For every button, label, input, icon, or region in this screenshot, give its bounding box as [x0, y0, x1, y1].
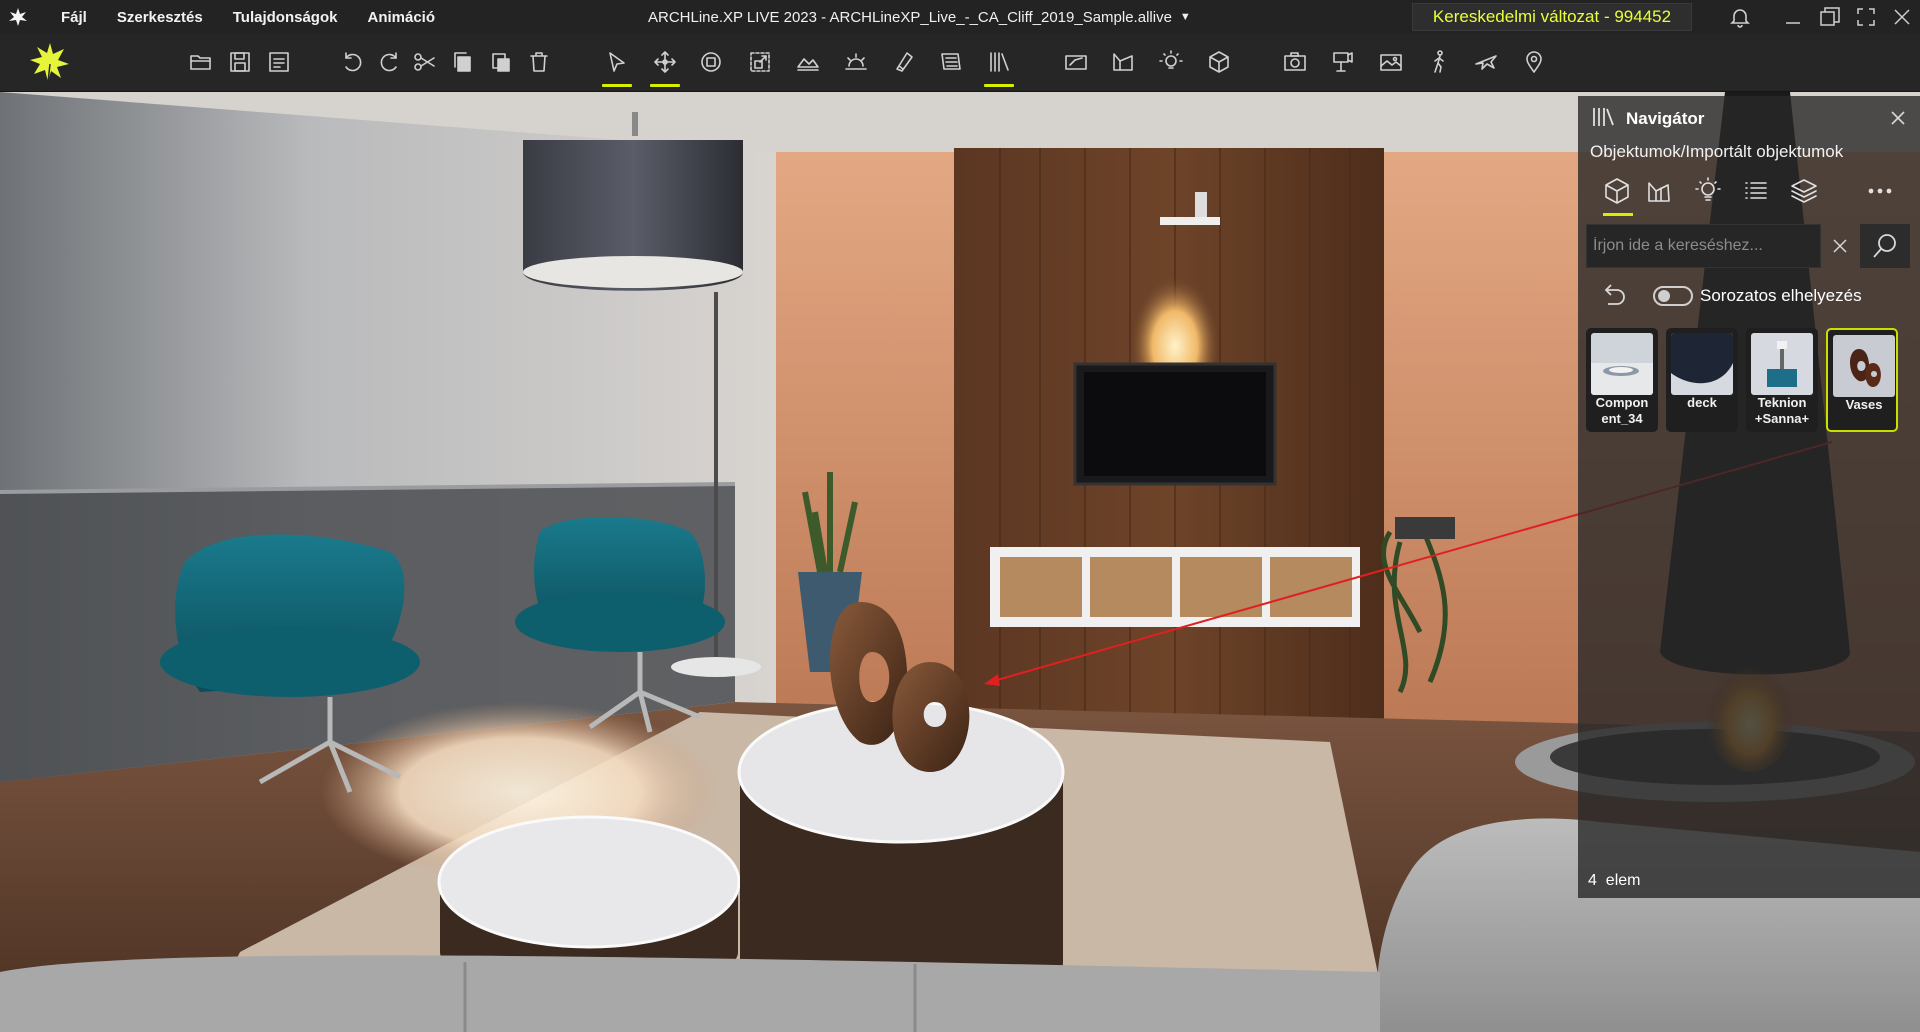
- navigator-search: [1578, 224, 1920, 274]
- more-options-icon[interactable]: [1861, 172, 1899, 210]
- material-icon[interactable]: [885, 43, 923, 81]
- item-count-unit: elem: [1605, 872, 1641, 889]
- object-tile-vases[interactable]: Vases: [1826, 328, 1898, 432]
- restore-icon[interactable]: [1812, 0, 1848, 34]
- materials-tab[interactable]: [1640, 172, 1678, 210]
- object-tile-label: Compon ent_34: [1595, 395, 1649, 426]
- location-icon[interactable]: [1515, 43, 1553, 81]
- series-placement-toggle[interactable]: [1653, 286, 1693, 306]
- back-arrow-icon[interactable]: [1596, 278, 1630, 312]
- navigator-category-tabs: [1578, 166, 1920, 218]
- object-tile-deck[interactable]: deck: [1666, 328, 1738, 432]
- render-icon[interactable]: [1372, 43, 1410, 81]
- navigator-title: Navigátor: [1626, 109, 1705, 128]
- series-placement-label: Sorozatos elhelyezés: [1700, 286, 1862, 305]
- box-icon[interactable]: [1200, 43, 1238, 81]
- object-tile-component-34[interactable]: Compon ent_34: [1586, 328, 1658, 432]
- redo-icon[interactable]: [370, 43, 408, 81]
- objects-tab[interactable]: [1598, 172, 1636, 216]
- item-count-value: 4: [1588, 872, 1597, 889]
- window-title[interactable]: ARCHLine.XP LIVE 2023 - ARCHLineXP_Live_…: [648, 0, 1191, 34]
- select-icon[interactable]: [598, 43, 636, 87]
- list-tab[interactable]: [1737, 172, 1775, 210]
- close-icon[interactable]: [1886, 106, 1910, 130]
- object-tile-label: deck: [1687, 395, 1717, 410]
- cube-icon: [1605, 178, 1629, 204]
- library-icon: [1590, 104, 1616, 135]
- object-thumbnail: [1833, 335, 1895, 397]
- terrain-icon[interactable]: [789, 43, 827, 81]
- menu-edit[interactable]: Szerkesztés: [102, 9, 218, 26]
- license-badge: Kereskedelmi változat - 994452: [1412, 3, 1692, 31]
- search-box: [1586, 224, 1821, 268]
- library-icon[interactable]: [980, 43, 1018, 87]
- placement-options: Sorozatos elhelyezés: [1578, 274, 1920, 320]
- main-menu: Fájl Szerkesztés Tulajdonságok Animáció: [46, 9, 450, 26]
- menu-animation[interactable]: Animáció: [352, 9, 450, 26]
- active-indicator: [650, 84, 680, 87]
- camera-icon[interactable]: [1276, 43, 1314, 81]
- layers-icon: [1791, 179, 1817, 203]
- video-icon[interactable]: [1324, 43, 1362, 81]
- scale-icon[interactable]: [741, 43, 779, 81]
- rotate-icon[interactable]: [692, 43, 730, 81]
- close-window-icon[interactable]: [1884, 0, 1920, 34]
- navigator-breadcrumb: Objektumok/Importált objektumok: [1590, 142, 1844, 161]
- notification-bell-icon[interactable]: [1722, 0, 1758, 34]
- layers-tab[interactable]: [1785, 172, 1823, 210]
- lightbulb-icon: [1695, 177, 1721, 201]
- search-icon: [1873, 234, 1896, 258]
- archline-leaf-logo-icon[interactable]: [28, 40, 72, 84]
- fly-icon[interactable]: [1467, 43, 1505, 81]
- materials-icon: [1648, 182, 1670, 202]
- active-indicator: [984, 84, 1014, 87]
- object-tile-label: Vases: [1845, 397, 1883, 412]
- search-input[interactable]: [1587, 237, 1787, 255]
- object-thumbnail: [1671, 333, 1733, 395]
- title-bar: Fájl Szerkesztés Tulajdonságok Animáció …: [0, 0, 1920, 34]
- active-indicator: [1603, 213, 1633, 216]
- app-logo-icon[interactable]: [0, 0, 36, 34]
- style-icon[interactable]: [932, 43, 970, 81]
- light-icon[interactable]: [1152, 43, 1190, 81]
- menu-properties[interactable]: Tulajdonságok: [218, 9, 353, 26]
- object-grid: Compon ent_34 deck Teknion +Sanna+ Vases: [1578, 328, 1920, 438]
- object-thumbnail: [1591, 333, 1653, 395]
- search-button[interactable]: [1860, 224, 1910, 268]
- object-thumbnail: [1751, 333, 1813, 395]
- lights-tab[interactable]: [1689, 172, 1727, 210]
- main-toolbar: [0, 34, 1920, 92]
- cut-icon[interactable]: [406, 43, 444, 81]
- toggle-knob: [1658, 290, 1670, 302]
- save-icon[interactable]: [221, 43, 259, 81]
- object-tile-label: Teknion +Sanna+: [1754, 395, 1810, 426]
- object-tile-teknion-sanna[interactable]: Teknion +Sanna+: [1746, 328, 1818, 432]
- paste-icon[interactable]: [482, 43, 520, 81]
- document-title: ARCHLine.XP LIVE 2023 - ARCHLineXP_Live_…: [648, 8, 1172, 26]
- walk-icon[interactable]: [1420, 43, 1458, 81]
- sun-icon[interactable]: [837, 43, 875, 81]
- draw-icon[interactable]: [1057, 43, 1095, 81]
- open-folder-icon[interactable]: [182, 43, 220, 81]
- navigator-panel: Navigátor Objektumok/Importált objektumo…: [1578, 96, 1920, 898]
- navigator-header: Navigátor: [1578, 96, 1920, 142]
- menu-file[interactable]: Fájl: [46, 9, 102, 26]
- fullscreen-icon[interactable]: [1848, 0, 1884, 34]
- list-icon: [1745, 182, 1767, 199]
- move-icon[interactable]: [646, 43, 684, 87]
- surface-icon[interactable]: [1104, 43, 1142, 81]
- item-count: 4 elem: [1588, 872, 1640, 890]
- save-as-icon[interactable]: [260, 43, 298, 81]
- minimize-icon[interactable]: [1775, 0, 1811, 34]
- undo-icon[interactable]: [334, 43, 372, 81]
- chevron-down-icon[interactable]: ▼: [1180, 11, 1191, 23]
- delete-icon[interactable]: [520, 43, 558, 81]
- copy-icon[interactable]: [444, 43, 482, 81]
- active-indicator: [602, 84, 632, 87]
- clear-search-icon[interactable]: [1828, 234, 1852, 258]
